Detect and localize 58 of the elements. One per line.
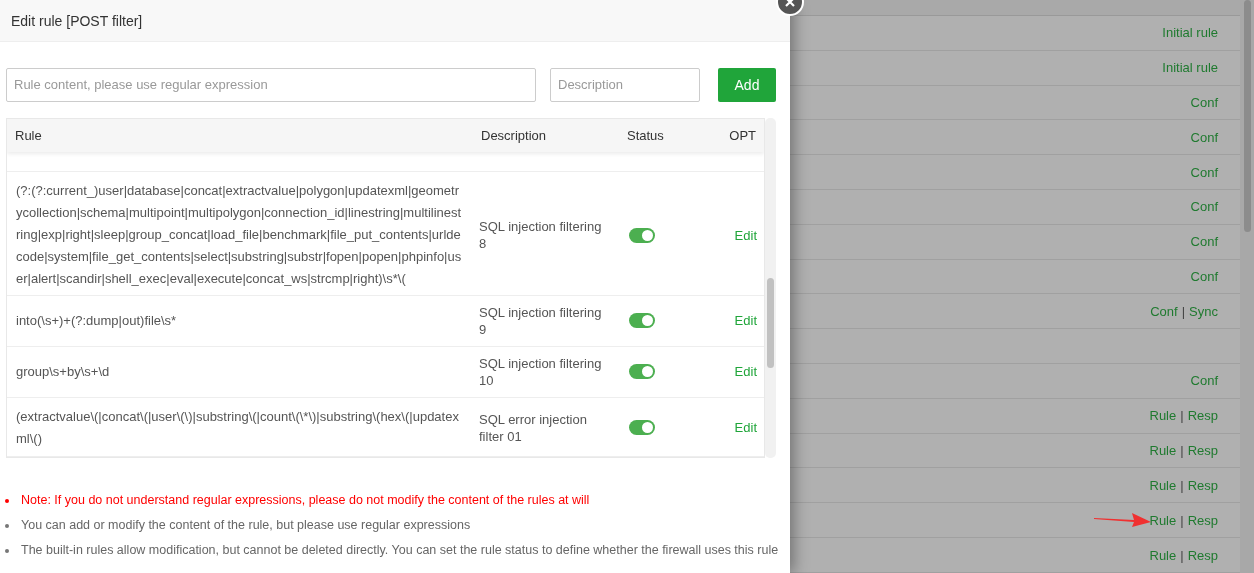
row-action-link[interactable]: Initial rule: [1162, 60, 1218, 76]
description-cell-text: SQL injection filtering 8: [478, 218, 603, 253]
row-action-link[interactable]: Conf: [1150, 303, 1178, 319]
description-cell-text: SQL error injection filter 01: [478, 410, 588, 445]
row-action-link[interactable]: Conf: [1190, 234, 1218, 250]
row-action-link[interactable]: Rule: [1149, 547, 1177, 563]
row-action-link[interactable]: Resp: [1187, 408, 1218, 424]
note-text: Note: If you do not understand regular expressions, please do not modify the content of the rules at will: [21, 492, 590, 509]
description-cell-text: SQL injection filtering 10: [478, 354, 603, 389]
rule-content-field[interactable]: Rule content, please use regular expression: [6, 67, 536, 102]
arrow-annotation: [1094, 511, 1152, 530]
row-action-link[interactable]: Rule: [1149, 512, 1177, 528]
row-action-link[interactable]: Conf: [1190, 129, 1218, 145]
edit-link[interactable]: Edit: [734, 364, 764, 380]
separator: |: [1180, 408, 1184, 424]
column-header: Rule: [14, 128, 43, 144]
status-toggle[interactable]: [629, 364, 655, 380]
edit-link[interactable]: Edit: [734, 313, 764, 329]
status-toggle[interactable]: [629, 227, 655, 243]
rule-cell-text: group\s+by\s+\d: [15, 362, 111, 381]
status-toggle[interactable]: [629, 313, 655, 329]
column-header: OPT: [728, 128, 757, 144]
note-text: You can add or modify the content of the rule, but please use regular expressions: [21, 517, 471, 534]
dialog-title: Edit rule [POST filter]: [0, 0, 790, 42]
row-action-link[interactable]: Rule: [1149, 477, 1177, 493]
rule-cell-text: (extractvalue\(|concat\(|user\(\)|substring\(|count\(\*\)|substring\(hex\(|updatexml\(): [15, 407, 460, 448]
description-field[interactable]: Description: [550, 67, 700, 102]
column-header: Status: [626, 128, 665, 144]
note-text: The built-in rules allow modification, but cannot be deleted directly. You can set the rule status to define whether the firewall uses this rule: [21, 542, 779, 559]
row-action-link[interactable]: Resp: [1187, 512, 1218, 528]
bullet-icon: [5, 499, 9, 503]
separator: |: [1180, 547, 1184, 563]
separator: |: [1181, 303, 1186, 319]
row-action-link[interactable]: Resp: [1187, 443, 1218, 459]
description-cell-text: SQL injection filtering 9: [478, 303, 603, 338]
add-button[interactable]: Add: [718, 67, 776, 102]
row-action-link[interactable]: Conf: [1190, 269, 1218, 284]
bullet-icon: [5, 549, 9, 553]
row-action-link[interactable]: Initial rule: [1162, 25, 1218, 41]
edit-link[interactable]: Edit: [734, 227, 764, 243]
rule-cell-text: (?:(?:current_)user|database|concat|extractvalue|polygon|updatexml|geometrycollection|schema|multipoint|multipolygon|connection_id|linestring|multilinestring|exp|right|sleep|group_concat|load_file|benchmark|file_put_contents|urldecode|system|file_get_contents|select|substring|substr|fopen|popen|phpinfo|user|alert|scandir|shell_exec|eval|execute|concat_ws|strcmp|right)\s*\(: [15, 182, 463, 289]
separator: |: [1180, 443, 1184, 459]
separator: |: [1180, 512, 1184, 528]
row-action-link[interactable]: Sync: [1189, 303, 1218, 319]
row-action-link[interactable]: Conf: [1190, 94, 1218, 110]
rule-cell-text: into(\s+)+(?:dump|out)file\s*: [15, 311, 178, 330]
edit-link[interactable]: Edit: [734, 420, 764, 436]
row-action-link[interactable]: Conf: [1190, 199, 1218, 215]
row-action-link[interactable]: Resp: [1187, 547, 1218, 563]
status-toggle[interactable]: [629, 420, 655, 436]
separator: |: [1180, 477, 1184, 493]
row-action-link[interactable]: Resp: [1187, 477, 1218, 493]
row-action-link[interactable]: Rule: [1149, 443, 1177, 459]
row-action-link[interactable]: Rule: [1149, 408, 1177, 424]
row-action-link[interactable]: Conf: [1190, 164, 1218, 180]
bullet-icon: [5, 524, 9, 528]
row-action-link[interactable]: Conf: [1190, 373, 1218, 389]
column-header: Description: [480, 128, 548, 144]
